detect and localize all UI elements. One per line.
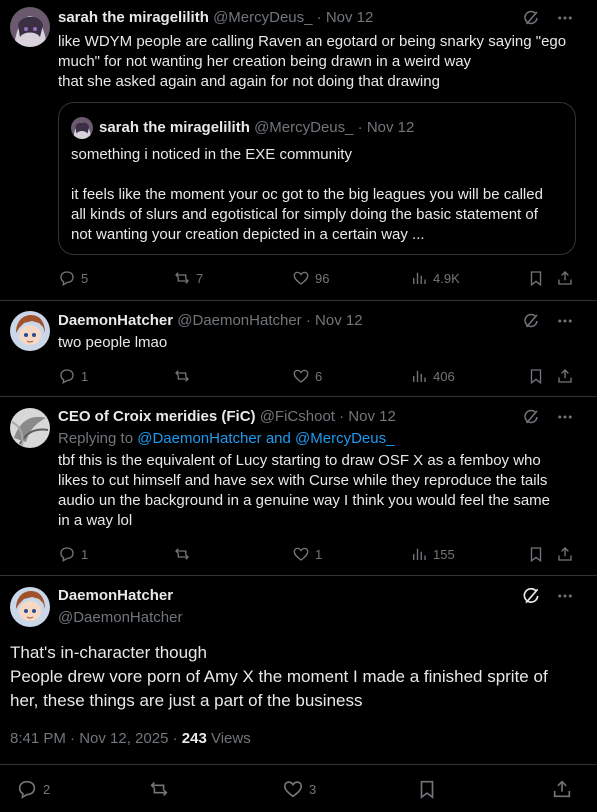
quote-display-name: sarah the miragelilith [99,119,250,136]
reply-icon [60,271,74,287]
tweet-text: like WDYM people are calling Raven an eg… [58,33,567,90]
tweet-header: DaemonHatcher @DaemonHatcher [58,586,182,628]
like-button[interactable]: 96 [292,268,329,288]
reply-icon [60,547,74,563]
avatar-croix[interactable] [10,408,50,448]
quote-date: Nov 12 [366,119,415,136]
avatar-daemonhatcher[interactable] [10,587,50,627]
tweet-header: CEO of Croix meridies (FiC) @FiCshoot · … [58,408,396,425]
repost-button[interactable] [148,779,170,799]
tweet-header: sarah the miragelilith @MercyDeus_ · Nov… [58,9,374,26]
like-button[interactable]: 1 [292,544,322,564]
bookmark-icon [530,271,542,287]
reply-button[interactable]: 5 [58,268,88,288]
reply-button[interactable]: 1 [58,544,88,564]
tweet-timestamp: 8:41 PM · Nov 12, 2025 · 243 Views [10,730,251,747]
repost-button[interactable] [173,544,191,564]
tweet-date[interactable]: Nov 12 [326,9,374,26]
heart-icon [293,369,309,383]
grok-icon[interactable] [521,8,541,28]
quote-text: something i noticed in the EXE community… [71,146,543,243]
tweet-date[interactable]: Nov 12 [348,408,396,425]
handle[interactable]: @FiCshoot [260,408,335,425]
bookmark-button[interactable] [527,268,545,288]
repost-button[interactable]: 7 [173,268,203,288]
tweet-3[interactable]: CEO of Croix meridies (FiC) @FiCshoot · … [0,397,597,575]
like-button[interactable]: 6 [292,366,322,386]
more-icon[interactable] [555,407,575,427]
bookmark-button[interactable] [527,366,545,386]
bookmark-icon [420,780,434,799]
views-button[interactable]: 155 [410,544,455,564]
display-name[interactable]: DaemonHatcher [58,312,173,329]
action-bar: 1 6 406 [58,366,578,386]
share-button[interactable] [551,779,573,799]
share-button[interactable] [556,366,574,386]
action-bar: 5 7 96 4.9K [58,268,578,288]
tweet-1[interactable]: sarah the miragelilith @MercyDeus_ · Nov… [0,0,597,300]
quote-handle: @MercyDeus_ [254,119,354,136]
share-icon [558,369,572,383]
grok-icon[interactable] [521,311,541,331]
display-name[interactable]: CEO of Croix meridies (FiC) [58,408,256,425]
heart-icon [293,547,309,561]
grok-icon[interactable] [521,407,541,427]
display-name[interactable]: DaemonHatcher [58,586,182,606]
tweet-date[interactable]: Nov 12 [315,312,363,329]
bookmark-icon [530,547,542,563]
views-icon [413,272,426,284]
bookmark-icon [530,369,542,385]
like-button[interactable]: 3 [282,779,316,799]
quote-avatar [71,117,93,139]
repost-icon [175,272,189,284]
post-time[interactable]: 8:41 PM · Nov 12, 2025 · [10,730,178,747]
bookmark-button[interactable] [416,779,438,799]
tweet-text: two people lmao [58,334,168,351]
views-icon [413,370,426,382]
handle[interactable]: @DaemonHatcher [58,608,182,628]
reply-icon [60,369,74,385]
heart-icon [293,271,309,285]
grok-icon[interactable] [521,586,541,606]
share-icon [558,271,572,285]
tweet-header: DaemonHatcher @DaemonHatcher · Nov 12 [58,312,363,329]
quote-header: sarah the miragelilith @MercyDeus_ · Nov… [99,119,415,136]
reply-button[interactable]: 2 [16,779,50,799]
repost-icon [175,548,189,560]
repost-icon [150,781,168,797]
more-icon[interactable] [555,311,575,331]
action-bar: 1 1 155 [58,544,578,564]
repost-icon [175,370,189,382]
divider [0,764,597,765]
avatar-sarah[interactable] [10,7,50,47]
share-button[interactable] [556,268,574,288]
handle[interactable]: @MercyDeus_ [213,9,312,26]
main-tweet-text: That's in-character though People drew v… [10,643,548,710]
replying-to-users[interactable]: @DaemonHatcher and @MercyDeus_ [137,430,394,447]
avatar-daemonhatcher[interactable] [10,311,50,351]
more-icon[interactable] [555,8,575,28]
main-action-bar: 2 3 [16,779,581,799]
heart-icon [283,781,303,798]
handle[interactable]: @DaemonHatcher [177,312,301,329]
tweet-2[interactable]: DaemonHatcher @DaemonHatcher · Nov 12 tw… [0,301,597,396]
more-icon[interactable] [555,586,575,606]
reply-icon [18,780,36,799]
view-count: 243 [181,730,207,747]
share-icon [558,547,572,561]
views-button[interactable]: 4.9K [410,268,460,288]
views-icon [413,548,426,560]
views-button[interactable]: 406 [410,366,455,386]
reply-button[interactable]: 1 [58,366,88,386]
tweet-text: tbf this is the equivalent of Lucy start… [58,452,550,529]
repost-button[interactable] [173,366,191,386]
replying-to: Replying to @DaemonHatcher and @MercyDeu… [58,430,395,447]
display-name[interactable]: sarah the miragelilith [58,9,209,26]
bookmark-button[interactable] [527,544,545,564]
share-icon [553,780,571,798]
quoted-tweet[interactable]: sarah the miragelilith @MercyDeus_ · Nov… [58,102,576,255]
share-button[interactable] [556,544,574,564]
